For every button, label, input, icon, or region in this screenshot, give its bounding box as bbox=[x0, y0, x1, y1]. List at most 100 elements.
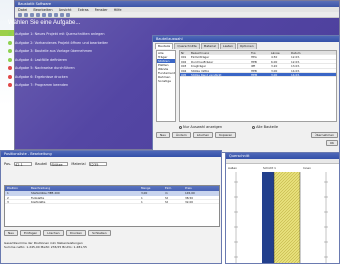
option-selection-radio[interactable]: Nur Auswahl anzeigen bbox=[179, 125, 222, 129]
table-cell: Stütze mittig bbox=[191, 68, 210, 72]
edit-button[interactable]: Ändern bbox=[172, 132, 191, 138]
tab-components[interactable]: Bauteile bbox=[155, 43, 174, 49]
table-cell: 3.00 bbox=[271, 68, 278, 72]
radio-icon bbox=[179, 125, 182, 129]
table-cell: 005 bbox=[181, 72, 187, 77]
insulation-layer bbox=[262, 172, 274, 263]
table-cell: 14.03. bbox=[291, 68, 300, 72]
table-cell: 14.03. bbox=[291, 72, 300, 77]
table-cell: 12.03. bbox=[291, 55, 300, 59]
task-label: Aufgabe 2: Vorhandenes Projekt öffnen un… bbox=[15, 40, 109, 45]
layer-label: Innen bbox=[303, 166, 311, 170]
menu-item[interactable]: Bearbeiten bbox=[33, 8, 52, 12]
print-icon[interactable] bbox=[36, 12, 40, 17]
task-label: Aufgabe 1: Neues Projekt mit Querschnitt… bbox=[15, 32, 105, 37]
save-icon[interactable] bbox=[30, 12, 34, 17]
ok-button[interactable]: OK bbox=[325, 140, 338, 146]
delete-button[interactable]: Löschen bbox=[192, 132, 214, 138]
position-table: Position Beschreibung Menge Einh. Preis … bbox=[4, 185, 220, 227]
menu-item[interactable]: Extras bbox=[78, 8, 89, 12]
radio-label: Alle Bauteile bbox=[256, 125, 279, 129]
table-cell: HEB bbox=[251, 59, 257, 64]
category-item[interactable]: Sonstige bbox=[157, 79, 175, 83]
task-item[interactable]: Aufgabe 1: Neues Projekt mit Querschnitt… bbox=[8, 30, 108, 39]
table-cell: 3 bbox=[7, 200, 9, 203]
menu-item[interactable]: Hilfe bbox=[114, 8, 122, 12]
menu-item[interactable]: Fenster bbox=[95, 8, 108, 12]
print-button[interactable]: Drucken bbox=[65, 230, 87, 236]
column-header[interactable]: Nr bbox=[180, 51, 190, 54]
column-header[interactable]: Bezeichnung bbox=[190, 51, 250, 54]
component-dialog: Bauteilauswahl Bauteile Querschnitte Mat… bbox=[152, 35, 340, 153]
help-icon[interactable] bbox=[66, 12, 70, 17]
window-toolbar bbox=[226, 159, 339, 164]
column-header[interactable]: Typ bbox=[250, 51, 270, 54]
apply-button[interactable]: Übernehmen bbox=[310, 132, 338, 138]
tab-label: Optionen bbox=[239, 44, 254, 48]
tab-options[interactable]: Optionen bbox=[236, 43, 257, 49]
position-list-dialog: Positionsliste - Bearbeitung Pos. 42.1 B… bbox=[0, 150, 222, 264]
delete-button[interactable]: Löschen bbox=[43, 230, 64, 236]
radio-label: Nur Auswahl anzeigen bbox=[183, 125, 223, 129]
cut-icon[interactable] bbox=[42, 12, 46, 17]
position-input[interactable]: 42.1 bbox=[14, 161, 33, 167]
table-row[interactable]: 3 Kopfplatte 1 St 32,00 bbox=[5, 200, 219, 204]
close-button[interactable]: Schließen bbox=[88, 230, 111, 236]
table-cell: HEA bbox=[251, 55, 257, 59]
task-item[interactable]: Aufgabe 6: Ergebnisse drucken bbox=[8, 73, 108, 82]
tab-loads[interactable]: Lasten bbox=[219, 43, 236, 49]
new-button[interactable]: Neu bbox=[156, 132, 170, 138]
insert-button[interactable]: Einfügen bbox=[20, 230, 42, 236]
column-header[interactable]: Datum bbox=[290, 51, 310, 54]
layer-header: Außen Schicht 1 Innen bbox=[228, 166, 338, 171]
task-bullet-icon bbox=[8, 49, 12, 54]
table-row-selected[interactable]: 005 Stütze Rand verstärkt HEM 3.00 14.03… bbox=[180, 72, 336, 78]
column-header[interactable]: Länge bbox=[270, 51, 290, 54]
task-item[interactable]: Aufgabe 5: Nachweise durchführen bbox=[8, 64, 108, 73]
new-icon[interactable] bbox=[18, 12, 22, 17]
table-cell: Einfeldträger bbox=[191, 55, 210, 59]
input-value: Stütze bbox=[51, 162, 63, 167]
table-cell: 1 bbox=[141, 200, 143, 203]
menu-item[interactable]: Ansicht bbox=[59, 8, 72, 12]
table-cell: 004 bbox=[181, 68, 187, 72]
undo-icon[interactable] bbox=[60, 12, 64, 17]
task-item[interactable]: Aufgabe 4: Lastfälle definieren bbox=[8, 56, 108, 65]
paste-icon[interactable] bbox=[54, 12, 58, 17]
open-icon[interactable] bbox=[24, 12, 28, 17]
option-all-radio[interactable]: Alle Bauteile bbox=[252, 125, 278, 129]
task-item[interactable]: Aufgabe 7: Programm beenden bbox=[8, 81, 108, 90]
tab-sections[interactable]: Querschnitte bbox=[174, 43, 200, 49]
menu-item[interactable]: Datei bbox=[18, 8, 27, 12]
task-list: Aufgabe 1: Neues Projekt mit Querschnitt… bbox=[8, 30, 108, 90]
table-cell: 38,50 bbox=[185, 196, 194, 199]
table-cell: 32,00 bbox=[185, 200, 194, 203]
field-label: Pos. bbox=[4, 161, 12, 166]
dialog-tabs: Bauteile Querschnitte Material Lasten Op… bbox=[153, 42, 339, 49]
task-item[interactable]: Aufgabe 3: Bauteile aus Vorlage übernehm… bbox=[8, 47, 108, 56]
component-input[interactable]: Stütze bbox=[50, 161, 69, 167]
input-value: S235 bbox=[89, 162, 99, 167]
tab-label: Bauteile bbox=[158, 44, 171, 48]
component-grid: Nr Bezeichnung Typ Länge Datum 001 Einfe… bbox=[179, 50, 337, 122]
field-row: Pos. 42.1 Bauteil Stütze Material S235 bbox=[1, 161, 221, 167]
task-bullet-icon bbox=[8, 83, 12, 88]
table-cell: Fußplatte bbox=[31, 196, 45, 199]
field-label: Material bbox=[71, 161, 86, 166]
table-cell: 3.20 bbox=[271, 64, 278, 68]
copy-icon[interactable] bbox=[48, 12, 52, 17]
new-button[interactable]: Neu bbox=[4, 230, 18, 236]
task-bullet-icon bbox=[8, 32, 12, 37]
tab-material[interactable]: Material bbox=[200, 43, 219, 49]
button-label: Ändern bbox=[176, 133, 187, 137]
button-label: Neu bbox=[8, 231, 14, 235]
task-item[interactable]: Aufgabe 2: Vorhandenes Projekt öffnen un… bbox=[8, 39, 108, 48]
task-label: Aufgabe 3: Bauteile aus Vorlage übernehm… bbox=[15, 49, 93, 54]
totals-footer: Gesamtsumme der Positionen inkl. Nebenle… bbox=[4, 241, 220, 249]
material-input[interactable]: S235 bbox=[88, 161, 107, 167]
task-heading: Wählen Sie eine Aufgabe... bbox=[8, 20, 81, 26]
copy-button[interactable]: Kopieren bbox=[215, 132, 237, 138]
category-list[interactable]: Alle Träger Stützen Platten Wände Fundam… bbox=[156, 50, 176, 122]
task-bullet-icon bbox=[8, 74, 12, 79]
table-cell: 6.00 bbox=[271, 59, 278, 64]
